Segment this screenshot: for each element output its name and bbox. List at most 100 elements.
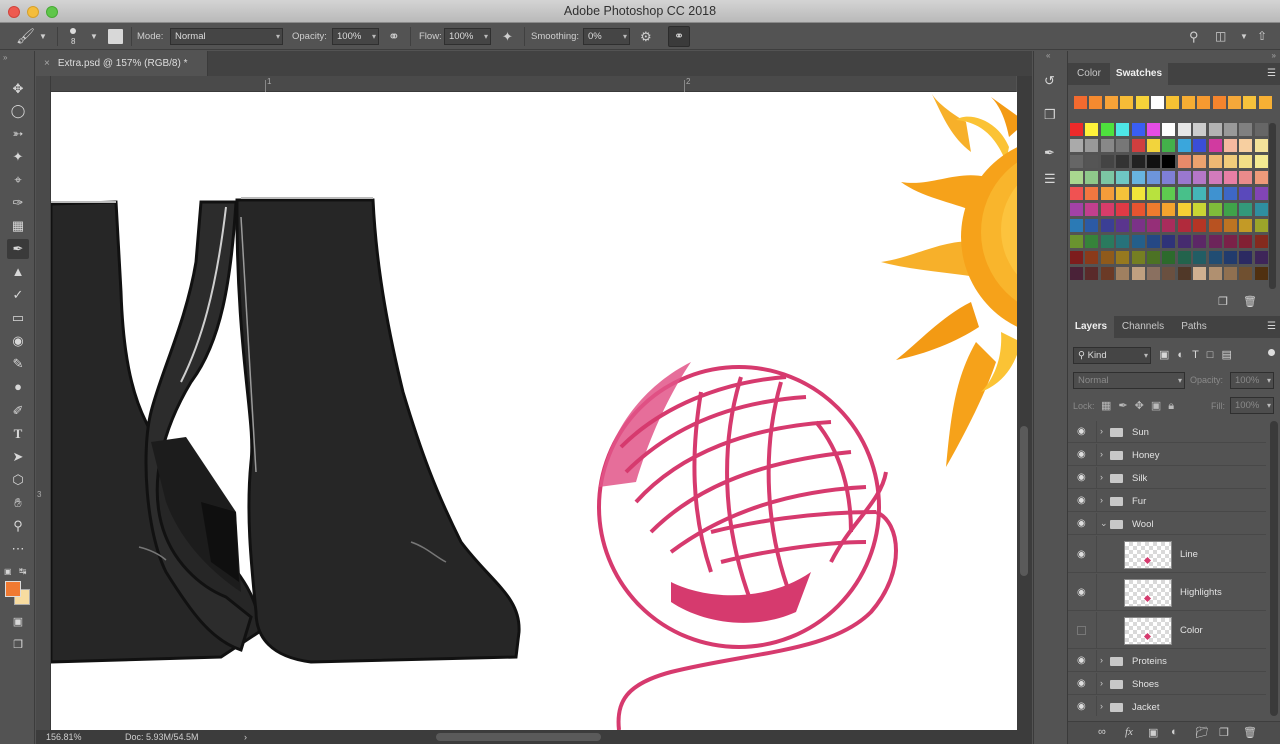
swatch[interactable]	[1147, 267, 1160, 280]
gear-icon[interactable]: ⚙	[640, 23, 652, 50]
swatch[interactable]	[1177, 155, 1191, 168]
swatch[interactable]	[1177, 251, 1191, 264]
stamp-icon[interactable]: ▲	[7, 262, 29, 282]
pen-icon[interactable]: ✐	[7, 401, 29, 421]
swatch[interactable]	[1147, 155, 1160, 168]
swatch[interactable]	[1224, 203, 1237, 216]
foreground-color-swatch[interactable]	[5, 581, 21, 597]
swatch[interactable]	[1254, 139, 1268, 152]
lock-icons[interactable]: ▦✒✥▣🔒︎	[1101, 399, 1181, 413]
swatch[interactable]	[1151, 96, 1164, 109]
eye-icon[interactable]: ◉	[1077, 678, 1086, 689]
eye-icon[interactable]: ◉	[1077, 449, 1086, 460]
swatch[interactable]	[1212, 96, 1226, 109]
swatch[interactable]	[1254, 235, 1268, 248]
swatch[interactable]	[1224, 251, 1237, 264]
swatch[interactable]	[1147, 171, 1160, 184]
eyedropper-icon[interactable]: ✑	[7, 193, 29, 213]
eye-icon[interactable]: ◉	[1077, 518, 1086, 529]
swatch[interactable]	[1177, 139, 1191, 152]
swatch[interactable]	[1100, 203, 1114, 216]
swatch[interactable]	[1131, 139, 1145, 152]
swatch[interactable]	[1239, 187, 1253, 200]
swatch[interactable]	[1254, 187, 1268, 200]
swatch[interactable]	[1100, 139, 1114, 152]
eye-icon[interactable]: ◉	[1077, 701, 1086, 712]
zoom-level[interactable]: 156.81%	[46, 730, 82, 744]
swatch[interactable]	[1131, 155, 1145, 168]
history-brush-icon[interactable]: ✓	[7, 285, 29, 305]
panel-menu-icon[interactable]: ☰	[1267, 68, 1276, 79]
swatch[interactable]	[1116, 203, 1130, 216]
chevron-right-icon[interactable]: ›	[1100, 495, 1103, 505]
eye-icon[interactable]: ◉	[1077, 426, 1086, 437]
screen-mode-icon[interactable]: ❐	[7, 635, 29, 655]
swatch[interactable]	[1177, 171, 1191, 184]
swatch[interactable]	[1070, 123, 1083, 136]
swatch[interactable]	[1131, 171, 1145, 184]
search-icon[interactable]: ⚲	[1189, 23, 1199, 50]
swatch[interactable]	[1224, 219, 1237, 232]
layer-group-row[interactable]: ◉ › Shoes	[1068, 673, 1266, 695]
workspace-chevron-icon[interactable]: ▼	[1240, 23, 1248, 50]
panel-menu-icon[interactable]: ☰	[1267, 321, 1276, 332]
swatch[interactable]	[1258, 96, 1272, 109]
swatch[interactable]	[1116, 267, 1130, 280]
swatch[interactable]	[1193, 155, 1207, 168]
brushes-panel-icon[interactable]: ✒	[1044, 145, 1055, 161]
layer-group-row[interactable]: ◉ › Jacket	[1068, 696, 1266, 716]
swatch[interactable]	[1116, 251, 1130, 264]
swatch[interactable]	[1147, 187, 1160, 200]
new-layer-icon[interactable]: ❐	[1219, 726, 1229, 739]
swatch[interactable]	[1070, 171, 1083, 184]
share-icon[interactable]: ⇧	[1257, 23, 1267, 50]
swatch[interactable]	[1208, 251, 1222, 264]
swatch[interactable]	[1070, 235, 1083, 248]
swatch[interactable]	[1162, 171, 1176, 184]
chevron-down-icon[interactable]: ⌄	[1100, 518, 1108, 529]
swatch[interactable]	[1120, 96, 1134, 109]
swatch[interactable]	[1085, 123, 1099, 136]
swatch[interactable]	[1131, 251, 1145, 264]
layer-group-row[interactable]: ◉ › Fur	[1068, 490, 1266, 512]
swatch[interactable]	[1085, 139, 1099, 152]
swatch[interactable]	[1135, 96, 1149, 109]
tab-color[interactable]: Color	[1068, 63, 1110, 85]
swatch[interactable]	[1100, 171, 1114, 184]
swatch[interactable]	[1085, 203, 1099, 216]
horizontal-scroll-thumb[interactable]	[436, 733, 601, 741]
swatch[interactable]	[1131, 219, 1145, 232]
chevron-right-icon[interactable]: ›	[1100, 426, 1103, 436]
collapse-panel-icon[interactable]: »	[1272, 51, 1276, 60]
swatch[interactable]	[1100, 235, 1114, 248]
more-icon[interactable]: ⋯	[7, 539, 29, 559]
swatch[interactable]	[1181, 96, 1195, 109]
magic-wand-icon[interactable]: ✦	[7, 147, 29, 167]
swatch[interactable]	[1228, 96, 1241, 109]
swatch[interactable]	[1239, 235, 1253, 248]
swatch[interactable]	[1116, 235, 1130, 248]
document-tab[interactable]: × Extra.psd @ 157% (RGB/8) *	[36, 51, 208, 76]
chevron-right-icon[interactable]: ›	[1100, 449, 1103, 459]
swatch[interactable]	[1208, 267, 1222, 280]
layer-filter-icons[interactable]: ▣◐T□▤	[1159, 348, 1240, 361]
layer-row[interactable]: ◉ Highlights	[1068, 574, 1266, 611]
workspace-icon[interactable]: ◫	[1215, 23, 1226, 50]
swatch[interactable]	[1147, 123, 1160, 136]
lasso-icon[interactable]: ➳	[7, 124, 29, 144]
layer-filter-select[interactable]: ⚲ Kind ▾	[1073, 347, 1151, 364]
chevron-right-icon[interactable]: ›	[1100, 701, 1103, 711]
swatch[interactable]	[1239, 219, 1253, 232]
swatch[interactable]	[1147, 219, 1160, 232]
swatch[interactable]	[1147, 235, 1160, 248]
swatch[interactable]	[1208, 123, 1222, 136]
swatch[interactable]	[1162, 219, 1176, 232]
layer-row[interactable]: Color	[1068, 612, 1266, 649]
swatch[interactable]	[1197, 96, 1211, 109]
swatch[interactable]	[1239, 171, 1253, 184]
swatch[interactable]	[1224, 139, 1237, 152]
mode-select[interactable]: Normal ▾	[170, 28, 283, 45]
swatch[interactable]	[1116, 219, 1130, 232]
swatch[interactable]	[1193, 267, 1207, 280]
swatch[interactable]	[1208, 155, 1222, 168]
